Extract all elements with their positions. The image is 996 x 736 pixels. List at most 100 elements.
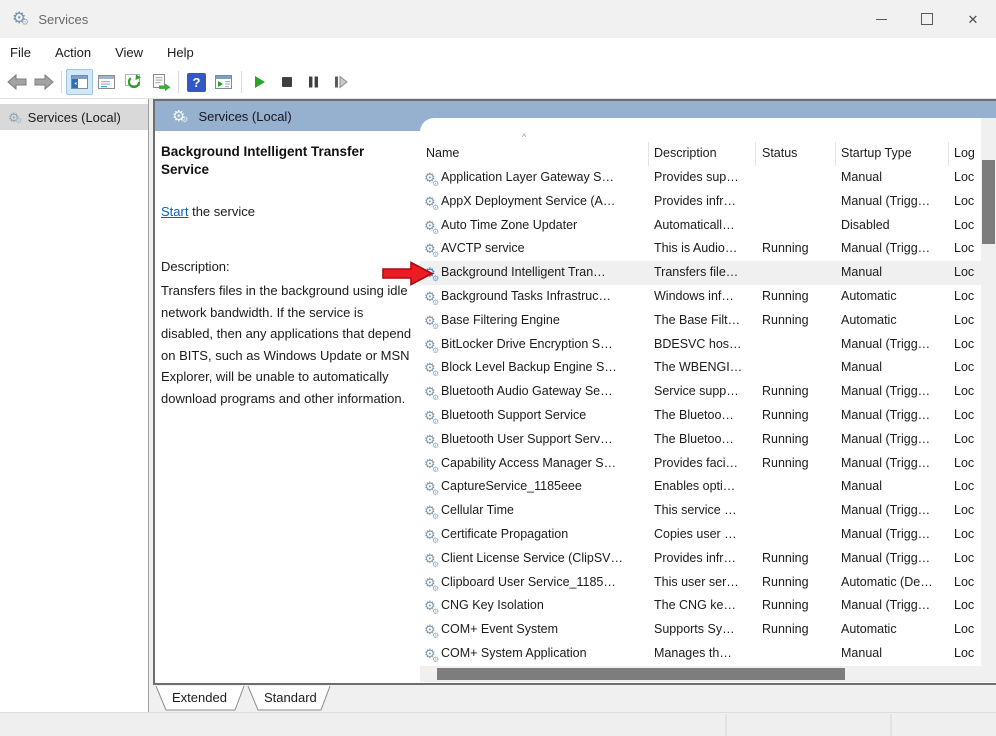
resume-service-button[interactable] <box>327 69 354 95</box>
cell-description: BDESVC hos… <box>654 333 754 357</box>
close-icon: ✕ <box>968 13 979 26</box>
help-button[interactable] <box>183 69 210 95</box>
service-gear-icon: ⚙ <box>424 428 436 452</box>
table-row[interactable]: ⚙ Application Layer Gateway S… Provides … <box>420 166 981 190</box>
service-gear-icon: ⚙ <box>424 237 436 261</box>
service-gear-icon: ⚙ <box>424 594 436 618</box>
table-row[interactable]: ⚙ Certificate Propagation Copies user … … <box>420 523 981 547</box>
table-row[interactable]: ⚙ Client License Service (ClipSV… Provid… <box>420 547 981 571</box>
table-row[interactable]: ⚙ Auto Time Zone Updater Automaticall… D… <box>420 214 981 238</box>
cell-log-on-as: Loc <box>954 523 981 547</box>
cell-name: Auto Time Zone Updater <box>441 214 646 238</box>
table-row[interactable]: ⚙ COM+ Event System Supports Sy… Running… <box>420 618 981 642</box>
table-row[interactable]: ⚙ Background Tasks Infrastruc… Windows i… <box>420 285 981 309</box>
selected-service-title: Background Intelligent Transfer Service <box>161 143 411 179</box>
minimize-button[interactable] <box>858 0 904 38</box>
column-header-name[interactable]: Name <box>426 142 626 164</box>
cell-description: This service … <box>654 499 754 523</box>
cell-status: Running <box>762 452 837 476</box>
table-row[interactable]: ⚙ Clipboard User Service_1185… This user… <box>420 571 981 595</box>
menu-file[interactable]: File <box>0 38 43 66</box>
cell-status <box>762 214 837 238</box>
show-action-pane-button[interactable] <box>210 69 237 95</box>
stop-service-button[interactable] <box>273 69 300 95</box>
window-title: Services <box>38 12 88 27</box>
table-row[interactable]: ⚙ COM+ System Application Manages th… Ma… <box>420 642 981 666</box>
service-action-line: Start the service <box>161 204 255 219</box>
cell-status <box>762 523 837 547</box>
forward-button[interactable] <box>30 69 57 95</box>
export-list-button[interactable] <box>147 69 174 95</box>
cell-startup-type: Manual (Trigg… <box>841 547 949 571</box>
column-divider[interactable] <box>755 142 756 166</box>
table-row[interactable]: ⚙ Bluetooth Audio Gateway Se… Service su… <box>420 380 981 404</box>
column-header-description[interactable]: Description <box>654 142 749 164</box>
table-row[interactable]: ⚙ AVCTP service This is Audio… Running M… <box>420 237 981 261</box>
cell-startup-type: Disabled <box>841 214 949 238</box>
service-gear-icon: ⚙ <box>424 547 436 571</box>
refresh-button[interactable] <box>120 69 147 95</box>
maximize-button[interactable] <box>904 0 950 38</box>
column-divider[interactable] <box>648 142 649 166</box>
menu-help[interactable]: Help <box>155 38 206 66</box>
cell-status <box>762 261 837 285</box>
cell-startup-type: Manual <box>841 261 949 285</box>
horizontal-scrollbar-thumb[interactable] <box>437 668 845 680</box>
pause-service-button[interactable] <box>300 69 327 95</box>
tab-standard[interactable]: Standard <box>264 690 317 705</box>
column-divider[interactable] <box>835 142 836 166</box>
cell-description: Copies user … <box>654 523 754 547</box>
show-console-tree-button[interactable] <box>66 69 93 95</box>
table-row[interactable]: ⚙ AppX Deployment Service (A… Provides i… <box>420 190 981 214</box>
table-row[interactable]: ⚙ Cellular Time This service … Manual (T… <box>420 499 981 523</box>
cell-status <box>762 642 837 666</box>
table-row[interactable]: ⚙ Block Level Backup Engine S… The WBENG… <box>420 356 981 380</box>
cell-startup-type: Manual (Trigg… <box>841 428 949 452</box>
table-row[interactable]: ⚙ Bluetooth Support Service The Bluetoo…… <box>420 404 981 428</box>
description-text: Transfers files in the background using … <box>161 280 414 410</box>
column-header-log-on-as[interactable]: Log <box>954 142 981 164</box>
properties-button[interactable] <box>93 69 120 95</box>
service-gear-icon: ⚙ <box>424 309 436 333</box>
tree-item-services-local[interactable]: ⚙ Services (Local) <box>0 104 148 130</box>
table-row[interactable]: ⚙ BitLocker Drive Encryption S… BDESVC h… <box>420 333 981 357</box>
toolbar <box>0 66 996 99</box>
vertical-scrollbar-thumb[interactable] <box>982 160 995 244</box>
bottom-strip <box>0 712 996 736</box>
menu-action[interactable]: Action <box>43 38 103 66</box>
column-divider[interactable] <box>948 142 949 166</box>
service-gear-icon: ⚙ <box>424 214 436 238</box>
cell-name: Block Level Backup Engine S… <box>441 356 646 380</box>
back-button[interactable] <box>3 69 30 95</box>
table-row[interactable]: ⚙ Base Filtering Engine The Base Filt… R… <box>420 309 981 333</box>
services-header-icon: ⚙ <box>172 109 185 124</box>
cell-startup-type: Manual (Trigg… <box>841 333 949 357</box>
service-gear-icon: ⚙ <box>424 404 436 428</box>
cell-name: Cellular Time <box>441 499 646 523</box>
cell-log-on-as: Loc <box>954 214 981 238</box>
start-service-link[interactable]: Start <box>161 204 188 219</box>
cell-startup-type: Automatic <box>841 309 949 333</box>
close-button[interactable]: ✕ <box>950 0 996 38</box>
vertical-scrollbar[interactable] <box>981 118 996 682</box>
start-service-button[interactable] <box>246 69 273 95</box>
column-header-status[interactable]: Status <box>762 142 832 164</box>
column-header-startup-type[interactable]: Startup Type <box>841 142 941 164</box>
table-row[interactable]: ⚙ Capability Access Manager S… Provides … <box>420 452 981 476</box>
bottom-strip-divider <box>725 714 727 736</box>
description-label: Description: <box>161 259 230 274</box>
table-row[interactable]: ⚙ Background Intelligent Tran… Transfers… <box>420 261 981 285</box>
services-list: ^ Name Description Status Startup Type L… <box>420 118 981 682</box>
table-row[interactable]: ⚙ CNG Key Isolation The CNG ke… Running … <box>420 594 981 618</box>
tab-extended[interactable]: Extended <box>172 690 227 705</box>
cell-log-on-as: Loc <box>954 285 981 309</box>
table-row[interactable]: ⚙ CaptureService_1185eee Enables opti… M… <box>420 475 981 499</box>
cell-description: The Bluetoo… <box>654 404 754 428</box>
horizontal-scrollbar[interactable] <box>420 666 981 682</box>
table-row[interactable]: ⚙ Bluetooth User Support Serv… The Bluet… <box>420 428 981 452</box>
cell-log-on-as: Loc <box>954 452 981 476</box>
menu-view[interactable]: View <box>103 38 155 66</box>
cell-name: Clipboard User Service_1185… <box>441 571 646 595</box>
cell-description: Enables opti… <box>654 475 754 499</box>
cell-log-on-as: Loc <box>954 618 981 642</box>
